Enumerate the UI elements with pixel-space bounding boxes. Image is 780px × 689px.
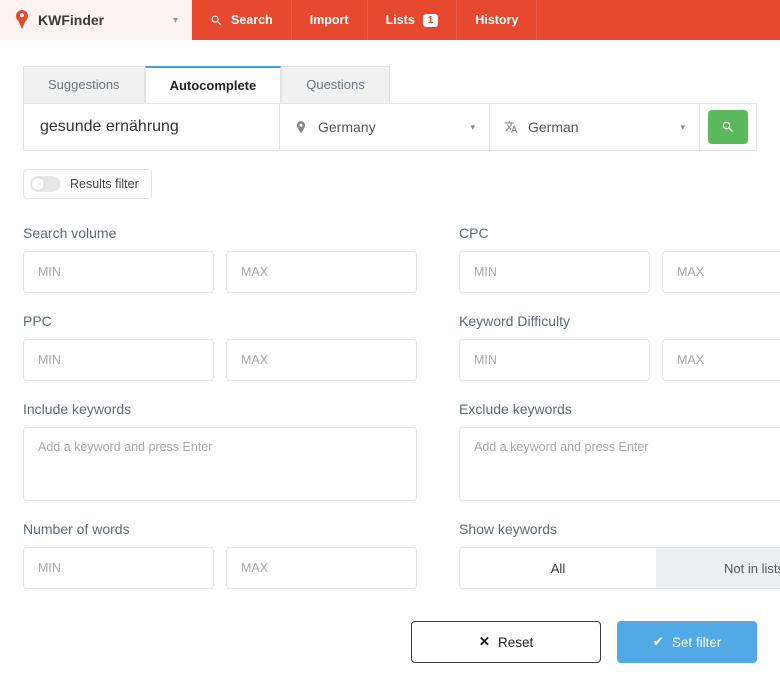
search-volume-group: Search volume xyxy=(23,225,417,293)
kd-group: Keyword Difficulty xyxy=(459,313,780,381)
nav-search[interactable]: Search xyxy=(192,0,292,40)
nav-lists-label: Lists xyxy=(386,13,415,27)
exclude-keywords-input[interactable]: Add a keyword and press Enter xyxy=(459,427,780,501)
top-bar: KWFinder ▾ Search Import Lists 1 History xyxy=(0,0,780,40)
cpc-group: CPC xyxy=(459,225,780,293)
results-filter-toggle[interactable]: Results filter xyxy=(23,169,152,199)
search-volume-min-input[interactable] xyxy=(23,251,214,293)
brand-name: KWFinder xyxy=(38,12,165,28)
nav-import[interactable]: Import xyxy=(292,0,368,40)
ppc-max-input[interactable] xyxy=(226,339,417,381)
search-icon xyxy=(210,14,223,27)
filter-toggle-row: Results filter xyxy=(23,169,757,199)
main-nav: Search Import Lists 1 History xyxy=(192,0,780,40)
lists-count-badge: 1 xyxy=(423,14,439,27)
words-min-input[interactable] xyxy=(23,547,214,589)
filter-grid: Search volume CPC PPC Keyword Difficulty xyxy=(23,225,757,589)
include-keywords-label: Include keywords xyxy=(23,401,417,417)
location-value: Germany xyxy=(318,119,460,135)
search-row: Germany ▾ German ▾ xyxy=(23,103,757,151)
set-filter-button[interactable]: ✔ Set filter xyxy=(617,621,757,663)
exclude-keywords-group: Exclude keywords Add a keyword and press… xyxy=(459,401,780,501)
include-keywords-input[interactable]: Add a keyword and press Enter xyxy=(23,427,417,501)
ppc-group: PPC xyxy=(23,313,417,381)
words-max-input[interactable] xyxy=(226,547,417,589)
set-filter-label: Set filter xyxy=(672,635,722,650)
chevron-down-icon: ▾ xyxy=(470,122,475,133)
include-keywords-group: Include keywords Add a keyword and press… xyxy=(23,401,417,501)
number-of-words-group: Number of words xyxy=(23,521,417,589)
language-select[interactable]: German ▾ xyxy=(489,104,699,150)
nav-history-label: History xyxy=(475,13,518,27)
results-filter-label: Results filter xyxy=(70,177,139,191)
show-keywords-segment: All Not in lists xyxy=(459,547,780,589)
kd-min-input[interactable] xyxy=(459,339,650,381)
nav-search-label: Search xyxy=(231,13,273,27)
kd-label: Keyword Difficulty xyxy=(459,313,780,329)
brand-dropdown[interactable]: KWFinder ▾ xyxy=(0,0,192,40)
show-all-button[interactable]: All xyxy=(460,548,656,588)
kwfinder-logo-icon xyxy=(14,10,30,30)
reset-label: Reset xyxy=(498,635,533,650)
chevron-down-icon: ▾ xyxy=(173,15,192,26)
search-volume-max-input[interactable] xyxy=(226,251,417,293)
keyword-input[interactable] xyxy=(24,104,279,150)
reset-button[interactable]: ✕ Reset xyxy=(411,621,601,663)
search-button[interactable] xyxy=(708,110,748,144)
number-of-words-label: Number of words xyxy=(23,521,417,537)
content-area: Suggestions Autocomplete Questions Germa… xyxy=(0,40,780,689)
tab-bar: Suggestions Autocomplete Questions xyxy=(23,66,757,103)
tab-questions[interactable]: Questions xyxy=(281,66,390,103)
search-volume-label: Search volume xyxy=(23,225,417,241)
cpc-min-input[interactable] xyxy=(459,251,650,293)
tab-autocomplete[interactable]: Autocomplete xyxy=(145,66,282,103)
toggle-switch-icon xyxy=(30,176,60,192)
nav-lists[interactable]: Lists 1 xyxy=(368,0,458,40)
nav-import-label: Import xyxy=(310,13,349,27)
ppc-label: PPC xyxy=(23,313,417,329)
search-button-wrap xyxy=(699,104,756,150)
nav-history[interactable]: History xyxy=(457,0,537,40)
kd-max-input[interactable] xyxy=(662,339,780,381)
search-icon xyxy=(721,120,735,134)
language-icon xyxy=(504,120,518,134)
filter-actions: ✕ Reset ✔ Set filter xyxy=(23,621,757,663)
cpc-label: CPC xyxy=(459,225,780,241)
exclude-keywords-label: Exclude keywords xyxy=(459,401,780,417)
language-value: German xyxy=(528,119,670,135)
show-keywords-group: Show keywords All Not in lists xyxy=(459,521,780,589)
show-keywords-label: Show keywords xyxy=(459,521,780,537)
ppc-min-input[interactable] xyxy=(23,339,214,381)
chevron-down-icon: ▾ xyxy=(680,122,685,133)
cpc-max-input[interactable] xyxy=(662,251,780,293)
location-pin-icon xyxy=(294,120,308,134)
location-select[interactable]: Germany ▾ xyxy=(279,104,489,150)
tab-suggestions[interactable]: Suggestions xyxy=(23,66,145,103)
show-not-in-lists-button[interactable]: Not in lists xyxy=(656,548,780,588)
